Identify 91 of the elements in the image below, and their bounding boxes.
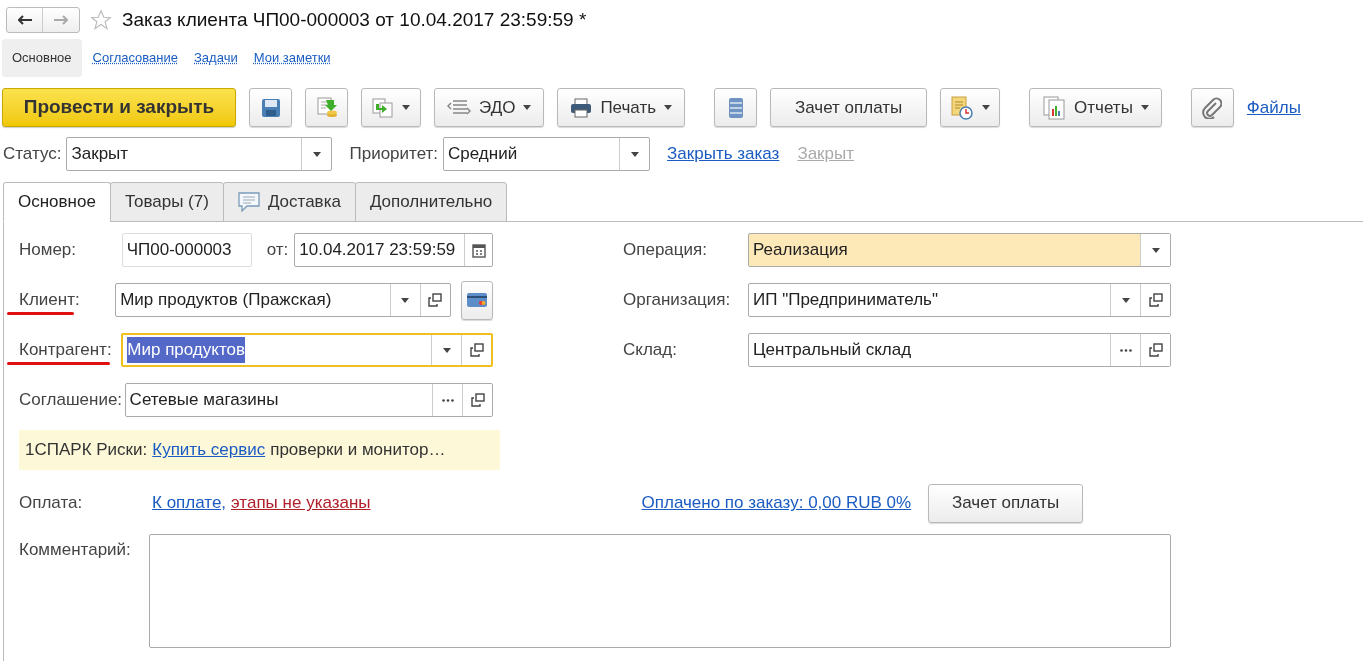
field-label: Клиент: (19, 289, 80, 312)
caret-icon (523, 105, 532, 110)
field-value: Сетевые магазины (129, 389, 279, 412)
paperclip-icon (1202, 96, 1223, 119)
tab[interactable]: Дополнительно (354, 182, 508, 222)
caret-icon (402, 105, 410, 110)
field-label: Склад: (623, 339, 678, 362)
right-arrow-icon (54, 15, 68, 25)
speech-bubble-icon (237, 192, 260, 212)
ellipsis-icon (441, 398, 454, 402)
printer-icon (570, 97, 593, 118)
toolbar-dropdown-button[interactable] (361, 88, 421, 127)
nav-link[interactable]: Согласование (87, 48, 183, 68)
document-clock-icon (950, 95, 975, 120)
caret-icon (1151, 247, 1160, 253)
toolbar-dropdown-button[interactable]: Отчеты (1029, 88, 1162, 127)
payment-offset-button[interactable]: Зачет оплаты (928, 483, 1084, 523)
caret-icon (1140, 105, 1149, 110)
open-window-icon (469, 343, 484, 357)
documents-arrow-icon (372, 97, 394, 118)
caret-icon (312, 151, 321, 157)
close-order-link[interactable]: Закрыть заказ (667, 141, 780, 167)
toolbar-dropdown-button[interactable]: Печать (557, 88, 686, 127)
combo-field[interactable]: ИП "Предприниматель" (748, 283, 1171, 317)
payment-warning-link[interactable]: этапы не указаны (231, 490, 371, 516)
spark-text: проверки и монитор… (270, 439, 446, 462)
files-link[interactable]: Файлы (1246, 94, 1301, 121)
annotation-underline (7, 311, 74, 315)
nav-link[interactable]: Основное (2, 39, 82, 77)
combo-field[interactable]: Реализация (748, 233, 1171, 267)
bank-card-icon (466, 293, 487, 307)
payment-link[interactable]: К оплате, (152, 490, 227, 516)
tab[interactable]: Товары (7) (109, 182, 224, 222)
report-chart-icon (1042, 95, 1067, 120)
combo-field[interactable]: Мир продуктов (121, 333, 493, 367)
date-field[interactable]: 10.04.2017 23:59:59 (294, 233, 493, 267)
combo-field[interactable]: Сетевые магазины (124, 383, 493, 417)
paid-amount-link[interactable]: Оплачено по заказу: 0,00 RUB 0% (641, 490, 912, 516)
toolbar-button[interactable] (714, 88, 758, 127)
priority-dropdown[interactable]: Средний (443, 137, 651, 171)
calendar-icon (471, 242, 486, 258)
caret-icon (664, 105, 673, 110)
toolbar-button[interactable] (305, 88, 348, 127)
open-window-icon (1148, 343, 1163, 357)
toolbar-button[interactable]: Зачет оплаты (770, 88, 928, 127)
open-window-icon (428, 293, 443, 307)
buy-service-link[interactable]: Купить сервис (152, 437, 266, 463)
combo-field[interactable]: Центральный склад (748, 333, 1171, 367)
window-title: Заказ клиента ЧП00-000003 от 10.04.2017 23:59:59 * (122, 7, 587, 32)
tab[interactable]: Основное (3, 182, 111, 222)
field-label: Организация: (623, 289, 732, 312)
priority-label: Приоритет: (349, 143, 439, 166)
spark-label: 1СПАРК Риски: (25, 439, 148, 462)
field-value: Реализация (752, 239, 849, 262)
ellipsis-icon (1119, 348, 1132, 352)
field-value: ИП "Предприниматель" (752, 289, 939, 312)
field-value: Мир продуктов (Пражская) (120, 289, 332, 312)
nav-link[interactable]: Задачи (189, 48, 243, 68)
date-label: от: (266, 239, 289, 262)
comment-field[interactable] (149, 534, 1171, 648)
caret-icon (982, 105, 991, 110)
status-label: Статус: (3, 143, 62, 166)
card-button[interactable] (460, 280, 493, 320)
toolbar-button[interactable] (249, 88, 292, 127)
open-window-icon (470, 393, 485, 407)
field-label: Номер: (19, 239, 77, 262)
post-and-close-button[interactable]: Провести и закрыть (2, 88, 236, 127)
status-dropdown[interactable]: Закрыт (66, 137, 333, 171)
toolbar-dropdown-button[interactable]: ЭДО (434, 88, 545, 127)
left-arrow-icon (17, 15, 32, 25)
field-label: Соглашение: (19, 389, 123, 412)
combo-field[interactable]: Мир продуктов (Пражская) (115, 283, 451, 317)
comment-label: Комментарий: (19, 539, 132, 561)
list-icon (727, 96, 744, 119)
nav-link[interactable]: Мои заметки (248, 48, 336, 68)
caret-icon (630, 151, 639, 157)
caret-icon (1121, 297, 1130, 303)
field-label: Операция: (623, 239, 708, 262)
tab[interactable]: Доставка (222, 182, 356, 222)
number-field[interactable]: ЧП00-000003 (121, 233, 252, 267)
open-window-icon (1148, 293, 1163, 307)
field-label: Контрагент: (19, 339, 112, 362)
star-icon[interactable] (90, 9, 112, 31)
payment-label: Оплата: (19, 492, 84, 515)
caret-icon (442, 347, 451, 353)
toolbar-dropdown-button[interactable] (940, 88, 1001, 127)
field-value: Мир продуктов (127, 337, 245, 363)
caret-icon (401, 297, 410, 303)
field-value: Центральный склад (752, 339, 913, 362)
document-coins-icon (315, 96, 338, 119)
toolbar-button[interactable] (1190, 88, 1234, 127)
